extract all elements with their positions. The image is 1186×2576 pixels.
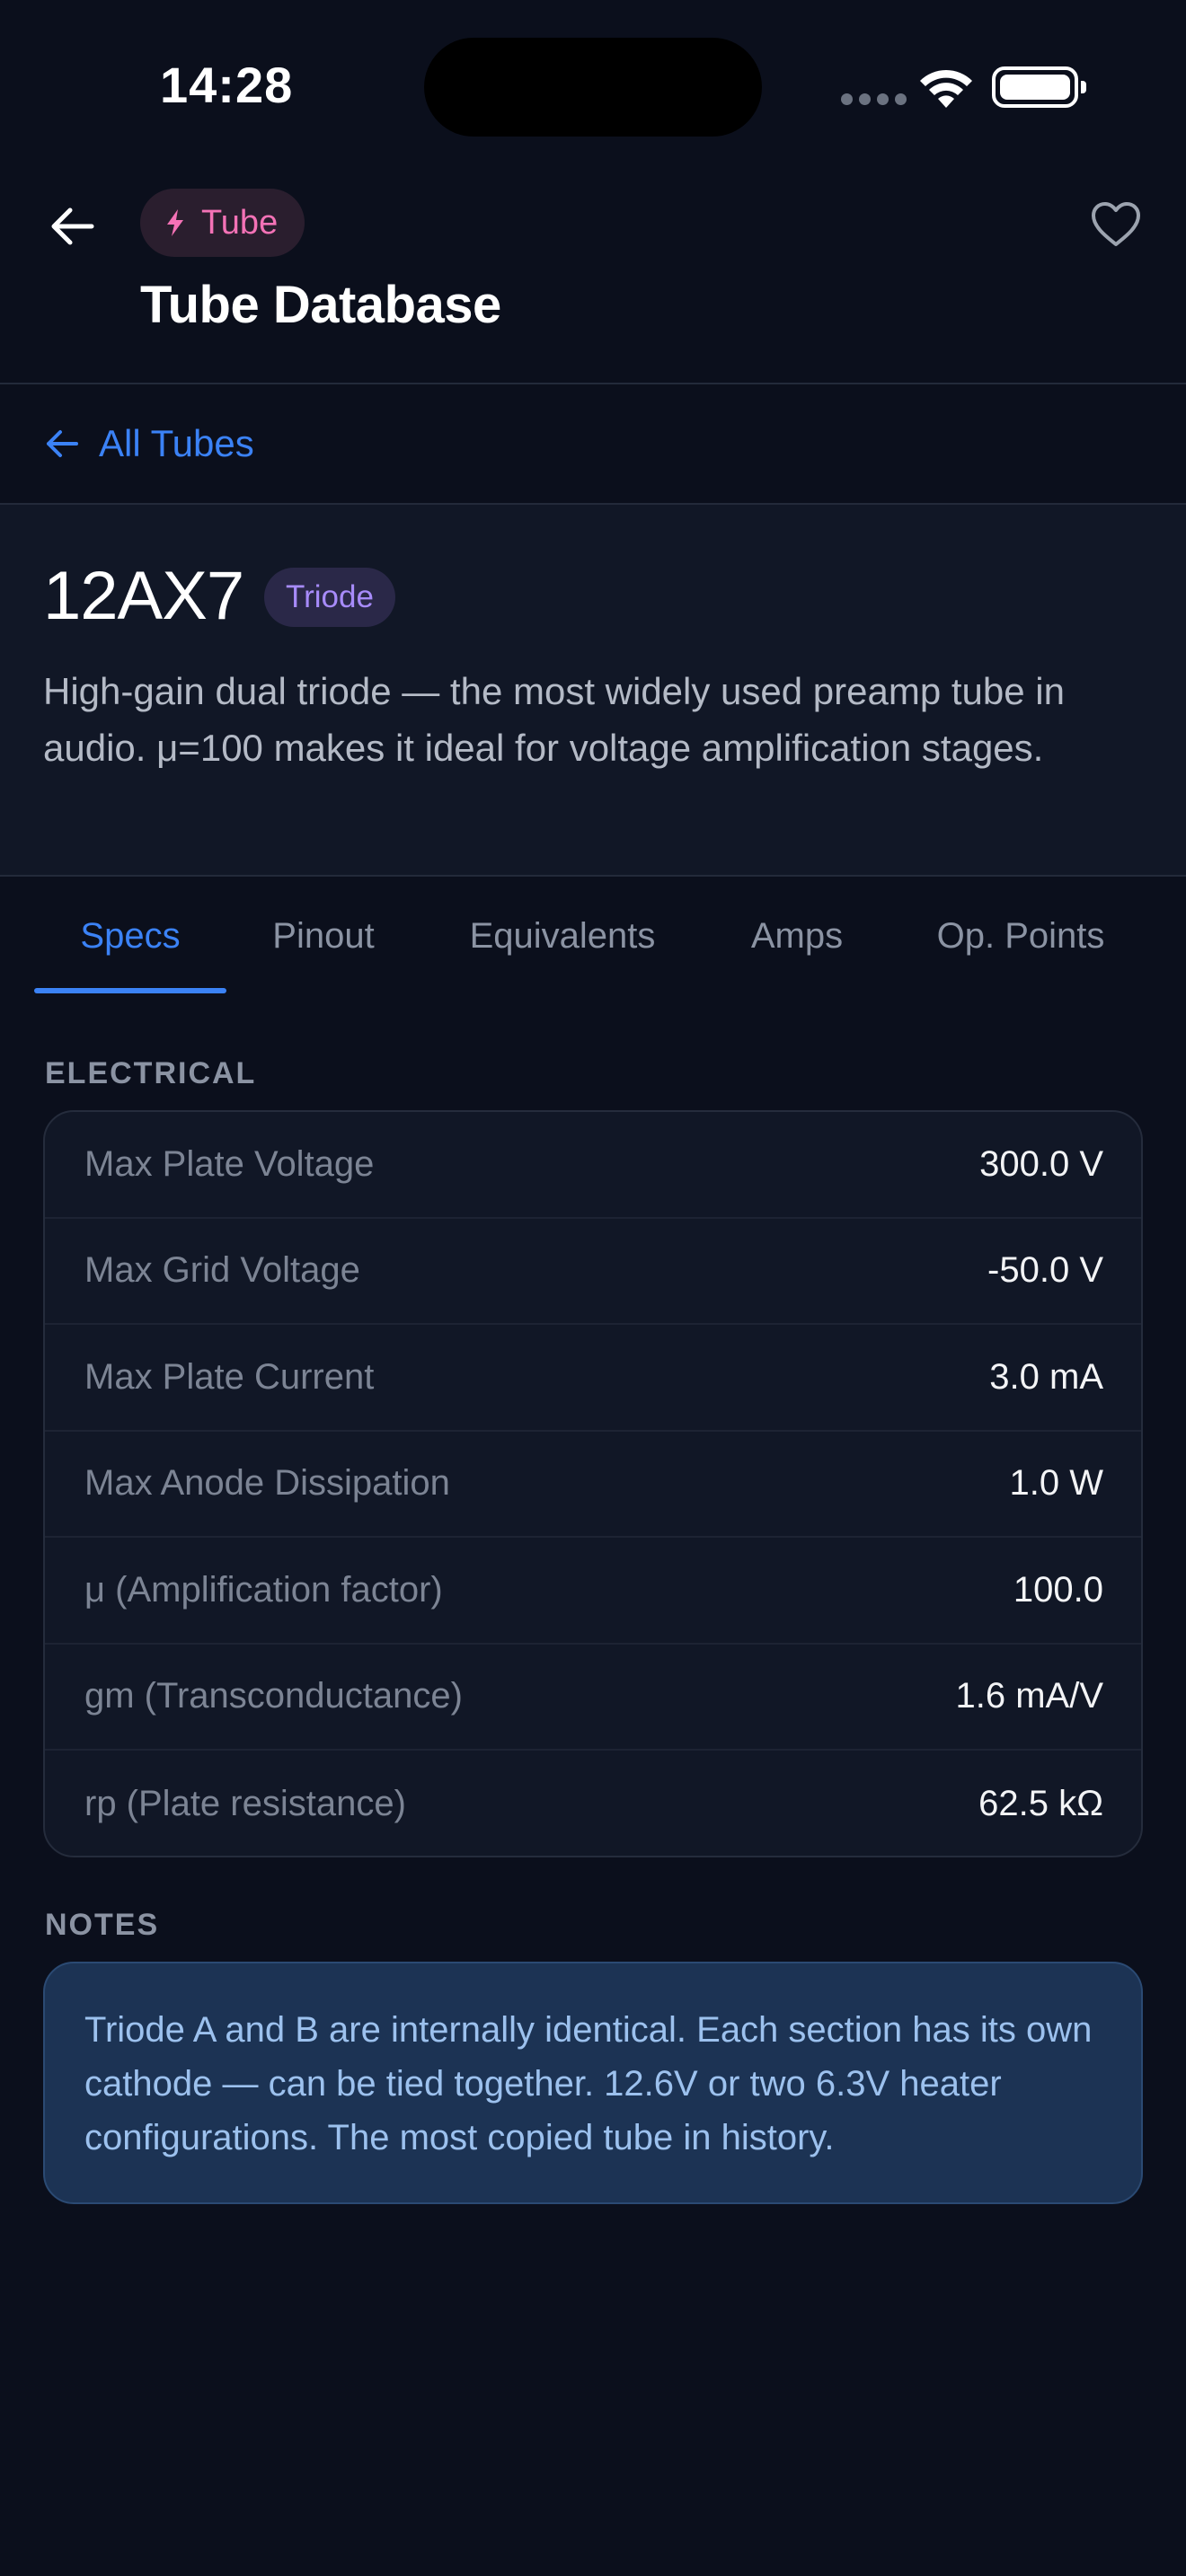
spec-value: 100.0: [1013, 1569, 1103, 1610]
arrow-left-icon: [47, 430, 78, 457]
all-tubes-link[interactable]: All Tubes: [45, 422, 254, 465]
spec-label: Max Plate Voltage: [84, 1143, 375, 1184]
spec-value: 300.0 V: [979, 1143, 1103, 1184]
back-button[interactable]: [40, 194, 104, 259]
battery-icon: [992, 66, 1086, 108]
spec-value: 3.0 mA: [989, 1356, 1103, 1397]
active-tab-indicator: [34, 988, 226, 993]
spec-label: gm (Transconductance): [84, 1676, 463, 1716]
spec-value: 1.6 mA/V: [955, 1676, 1103, 1716]
spec-label: Max Grid Voltage: [84, 1250, 360, 1291]
arrow-left-icon: [51, 207, 94, 245]
tube-type-badge: Triode: [264, 568, 395, 627]
spec-label: rp (Plate resistance): [84, 1783, 406, 1823]
tab-op-points[interactable]: Op. Points: [909, 877, 1132, 995]
spec-label: Max Plate Current: [84, 1356, 375, 1397]
tube-header: 12AX7 Triode High-gain dual triode — the…: [0, 505, 1186, 877]
tab-amps[interactable]: Amps: [719, 877, 875, 995]
spec-row: Max Grid Voltage -50.0 V: [45, 1219, 1141, 1325]
spec-value: 1.0 W: [1009, 1463, 1103, 1504]
tab-equivalents[interactable]: Equivalents: [440, 877, 685, 995]
lightning-icon: [167, 209, 183, 236]
notes-text: Triode A and B are internally identical.…: [84, 2010, 1093, 2157]
spec-row: gm (Transconductance) 1.6 mA/V: [45, 1645, 1141, 1751]
electrical-specs-card: Max Plate Voltage 300.0 V Max Grid Volta…: [43, 1110, 1143, 1857]
page-title: Tube Database: [140, 276, 501, 334]
tube-description: High-gain dual triode — the most widely …: [43, 670, 1065, 769]
tab-pinout[interactable]: Pinout: [248, 877, 399, 995]
wifi-icon: [920, 69, 972, 108]
cellular-signal-icon: [841, 93, 907, 105]
favorite-button[interactable]: [1084, 192, 1148, 257]
app-bar: Tube Tube Database: [0, 171, 1186, 384]
spec-row: Max Plate Current 3.0 mA: [45, 1325, 1141, 1432]
tube-detail-screen: 14:28 Tube Tube Database All Tubes 12AX7…: [0, 0, 1186, 2576]
spec-row: Max Anode Dissipation 1.0 W: [45, 1432, 1141, 1538]
spec-label: Max Anode Dissipation: [84, 1463, 450, 1504]
spec-row: Max Plate Voltage 300.0 V: [45, 1112, 1141, 1219]
heart-icon: [1092, 202, 1140, 246]
notes-card: Triode A and B are internally identical.…: [43, 1962, 1143, 2204]
spec-row: rp (Plate resistance) 62.5 kΩ: [45, 1751, 1141, 1856]
status-bar: 14:28: [0, 0, 1186, 171]
category-chip: Tube: [140, 189, 305, 257]
category-chip-label: Tube: [201, 203, 279, 242]
spec-value: 62.5 kΩ: [978, 1783, 1103, 1823]
dynamic-island: [424, 38, 762, 137]
spec-row: μ (Amplification factor) 100.0: [45, 1538, 1141, 1645]
tube-name: 12AX7: [43, 558, 244, 634]
tube-type-label: Triode: [286, 579, 374, 614]
all-tubes-link-label: All Tubes: [99, 422, 254, 464]
status-time: 14:28: [160, 57, 294, 113]
section-label-notes: NOTES: [45, 1908, 160, 1942]
tab-specs[interactable]: Specs: [34, 877, 226, 995]
spec-label: μ (Amplification factor): [84, 1569, 443, 1610]
section-label-electrical: ELECTRICAL: [45, 1056, 257, 1090]
spec-value: -50.0 V: [987, 1250, 1103, 1291]
tab-bar: Specs Pinout Equivalents Amps Op. Points: [0, 877, 1186, 995]
breadcrumb: All Tubes: [0, 384, 1186, 505]
